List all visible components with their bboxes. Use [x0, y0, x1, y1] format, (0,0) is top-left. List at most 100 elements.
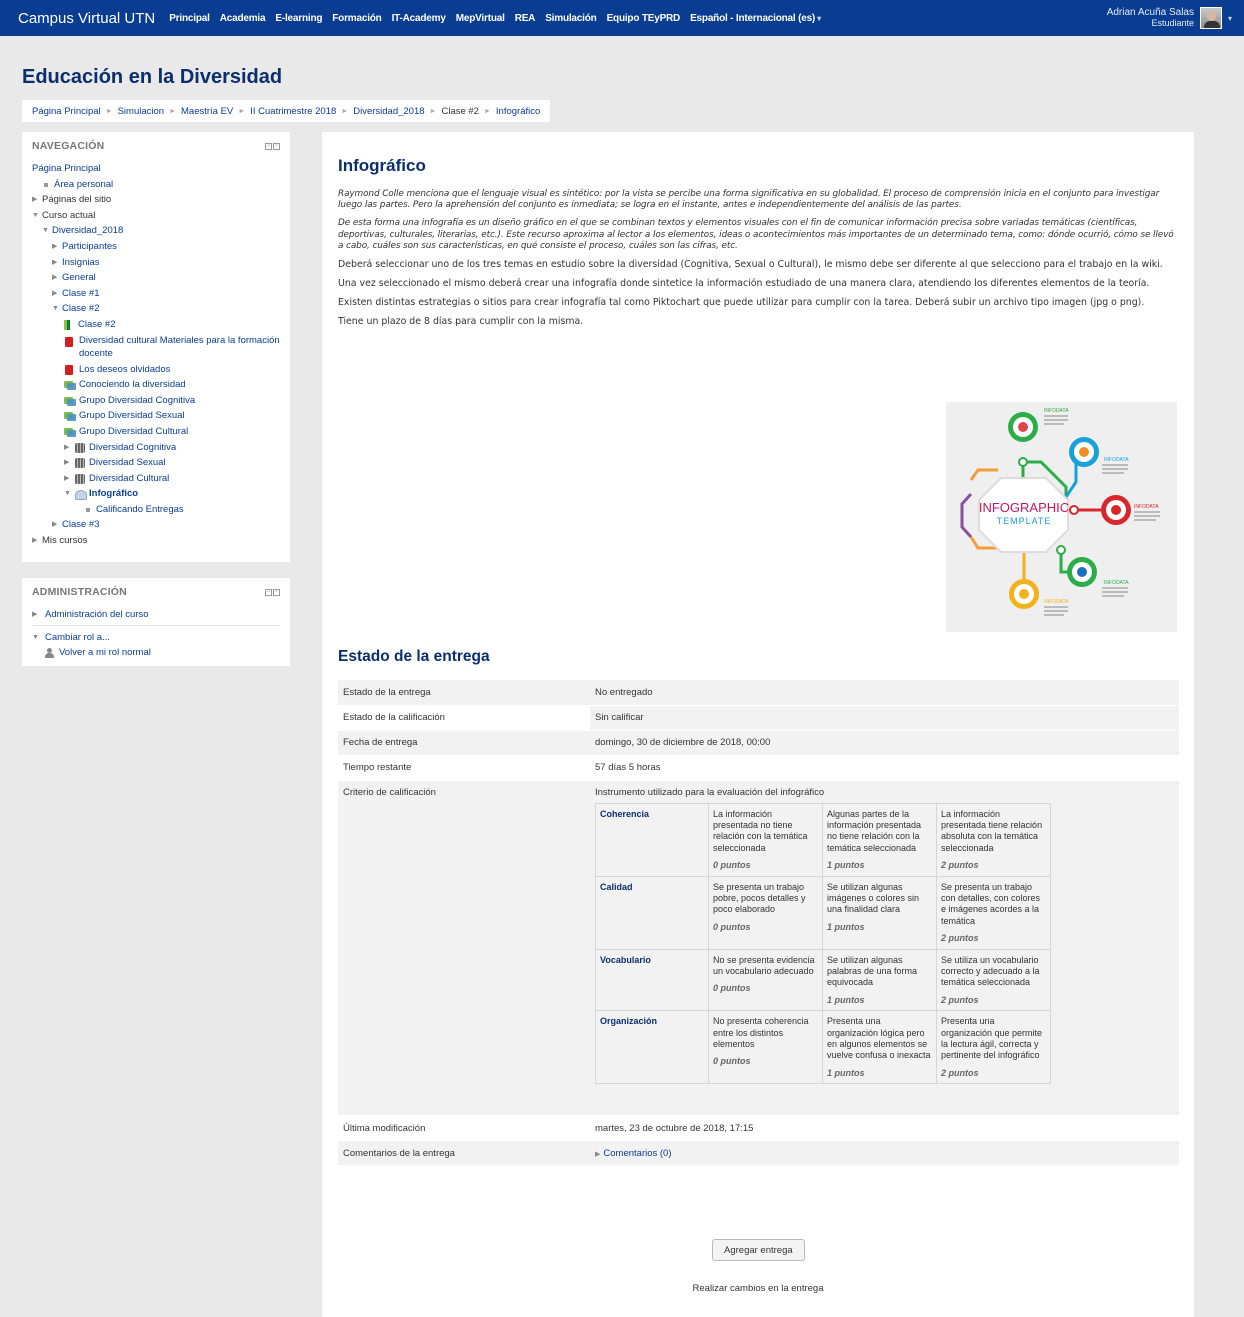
nav-rea[interactable]: REA — [515, 13, 536, 24]
breadcrumb-section[interactable]: Clase #2 — [441, 106, 479, 117]
expand-arrow-icon[interactable]: ▶ — [52, 286, 62, 302]
site-brand[interactable]: Campus Virtual UTN — [18, 10, 155, 27]
collapse-arrow-icon[interactable]: ▼ — [52, 301, 62, 317]
rubric-description: Instrumento utilizado para la evaluación… — [595, 786, 825, 798]
nav-equipo[interactable]: Equipo TEyPRD — [607, 13, 681, 24]
rubric-level[interactable]: Se utiliza un vocabulario correcto y ade… — [936, 948, 1051, 1012]
collapse-arrow-icon[interactable]: ▼ — [32, 630, 45, 645]
comments-link[interactable]: Comentarios (0) — [603, 1148, 671, 1159]
caret-down-icon: ▾ — [817, 13, 821, 23]
breadcrumb-simulacion[interactable]: Simulacion — [118, 106, 164, 117]
nav-clase-2[interactable]: ▼ Clase #2 — [32, 301, 280, 317]
nav-it-academy[interactable]: IT-Academy — [392, 13, 446, 24]
rubric-criterion: Coherencia — [595, 802, 709, 877]
rubric-level[interactable]: La información presentada tiene relación… — [936, 802, 1051, 877]
move-icon[interactable]: ▫ — [273, 588, 280, 596]
nav-deseos-pdf[interactable]: Los deseos olvidados — [32, 362, 280, 378]
expand-arrow-icon[interactable]: ▶ — [595, 1151, 600, 1158]
nav-wiki-cognitiva[interactable]: ▶ Diversidad Cognitiva — [32, 440, 280, 456]
caret-down-icon[interactable]: ▾ — [1228, 14, 1232, 23]
nav-clase-1[interactable]: ▶ Clase #1 — [32, 286, 280, 302]
expand-arrow-icon[interactable]: ▶ — [52, 255, 62, 271]
nav-infografico[interactable]: ▼ Infográfico — [32, 486, 280, 502]
main-content: Infográfico Raymond Colle menciona que e… — [322, 132, 1194, 1317]
nav-academia[interactable]: Academia — [220, 13, 266, 24]
nav-clase-3[interactable]: ▶ Clase #3 — [32, 517, 280, 533]
breadcrumb-cuatrimestre[interactable]: II Cuatrimestre 2018 — [250, 106, 336, 117]
assignment-intro: Raymond Colle menciona que el lenguaje v… — [338, 189, 1178, 328]
user-menu[interactable]: Adrian Acuña Salas Estudiante ▾ — [1107, 7, 1232, 29]
return-to-normal-role[interactable]: Volver a mi rol normal — [32, 645, 280, 660]
rubric-level[interactable]: Presenta una organización que permite la… — [936, 1010, 1051, 1085]
expand-arrow-icon[interactable]: ▶ — [64, 440, 74, 456]
rubric-level[interactable]: Algunas partes de la información present… — [822, 802, 937, 877]
breadcrumb-maestria[interactable]: Maestría EV — [181, 106, 233, 117]
nav-wiki-sexual[interactable]: ▶ Diversidad Sexual — [32, 455, 280, 471]
collapse-arrow-icon[interactable]: ▼ — [32, 208, 42, 224]
nav-general[interactable]: ▶ General — [32, 270, 280, 286]
collapse-arrow-icon[interactable]: ▼ — [42, 223, 52, 239]
status-value: Sin calificar — [590, 705, 1179, 731]
intro-paragraph: Raymond Colle menciona que el lenguaje v… — [338, 189, 1160, 211]
breadcrumb-current[interactable]: Infográfico — [496, 106, 540, 117]
nav-forum-sexual[interactable]: Grupo Diversidad Sexual — [32, 408, 280, 424]
nav-participants[interactable]: ▶ Participantes — [32, 239, 280, 255]
expand-arrow-icon[interactable]: ▶ — [32, 192, 42, 208]
add-submission-button[interactable]: Agregar entrega — [712, 1239, 805, 1261]
table-row: Criterio de calificación Instrumento uti… — [338, 780, 1179, 1117]
nav-badges[interactable]: ▶ Insignias — [32, 255, 280, 271]
rubric-level[interactable]: No se presenta evidencia un vocabulario … — [708, 948, 823, 1012]
bullet-icon — [86, 507, 90, 512]
rubric-row: Vocabulario No se presenta evidencia un … — [595, 948, 1051, 1012]
nav-forum-conociendo[interactable]: Conociendo la diversidad — [32, 377, 280, 393]
expand-arrow-icon[interactable]: ▶ — [52, 270, 62, 286]
wiki-icon — [74, 473, 86, 484]
rubric-row: Organización No presenta coherencia entr… — [595, 1010, 1051, 1085]
nav-current-course[interactable]: ▼ Curso actual — [32, 208, 280, 224]
nav-forum-cultural[interactable]: Grupo Diversidad Cultural — [32, 424, 280, 440]
infodata-label: INFODATA — [1044, 599, 1069, 605]
rubric-level[interactable]: No presenta coherencia entre los distint… — [708, 1010, 823, 1085]
nav-area-personal[interactable]: Área personal — [32, 177, 280, 193]
nav-home[interactable]: Página Principal — [32, 161, 280, 177]
nav-clase-2-book[interactable]: Clase #2 — [32, 317, 280, 333]
expand-arrow-icon[interactable]: ▶ — [32, 533, 42, 549]
language-menu[interactable]: Español - Internacional (es) ▾ — [690, 13, 821, 24]
nav-materials-pdf[interactable]: Diversidad cultural Materiales para la f… — [32, 333, 280, 362]
nav-course[interactable]: ▼ Diversidad_2018 — [32, 223, 280, 239]
submission-status-table: Estado de la entrega No entregado Estado… — [338, 680, 1179, 1167]
nav-simulacion[interactable]: Simulación — [545, 13, 597, 24]
nav-forum-cognitiva[interactable]: Grupo Diversidad Cognitiva — [32, 393, 280, 409]
course-administration[interactable]: ▶ Administración del curso — [32, 607, 280, 622]
switch-role[interactable]: ▼ Cambiar rol a... — [32, 630, 280, 645]
expand-arrow-icon[interactable]: ▶ — [64, 471, 74, 487]
expand-arrow-icon[interactable]: ▶ — [52, 517, 62, 533]
rubric-level[interactable]: La información presentada no tiene relac… — [708, 802, 823, 877]
rubric-criterion: Vocabulario — [595, 948, 709, 1012]
status-label: Fecha de entrega — [338, 730, 590, 756]
rubric-level[interactable]: Presenta una organización lógica pero en… — [822, 1010, 937, 1085]
breadcrumb-course[interactable]: Diversidad_2018 — [353, 106, 424, 117]
nav-calificando[interactable]: Calificando Entregas — [32, 502, 280, 518]
nav-my-courses[interactable]: ▶ Mis cursos — [32, 533, 280, 549]
rubric-level[interactable]: Se utilizan algunas imágenes o colores s… — [822, 875, 937, 950]
nav-elearning[interactable]: E-learning — [275, 13, 322, 24]
nav-site-pages[interactable]: ▶ Páginas del sitio — [32, 192, 280, 208]
dock-icon[interactable]: − — [265, 588, 272, 596]
breadcrumb-home[interactable]: Página Principal — [32, 106, 101, 117]
breadcrumb-separator-icon: ► — [238, 107, 246, 115]
expand-arrow-icon[interactable]: ▶ — [32, 607, 45, 622]
rubric-level[interactable]: Se utilizan algunas palabras de una form… — [822, 948, 937, 1012]
nav-mepvirtual[interactable]: MepVirtual — [456, 13, 505, 24]
rubric-level[interactable]: Se presenta un trabajo pobre, pocos deta… — [708, 875, 823, 950]
nav-wiki-cultural[interactable]: ▶ Diversidad Cultural — [32, 471, 280, 487]
dock-icon[interactable]: − — [265, 142, 272, 150]
expand-arrow-icon[interactable]: ▶ — [64, 455, 74, 471]
rubric-level[interactable]: Se presenta un trabajo con detalles, con… — [936, 875, 1051, 950]
collapse-arrow-icon[interactable]: ▼ — [64, 486, 74, 502]
avatar[interactable] — [1199, 7, 1222, 29]
expand-arrow-icon[interactable]: ▶ — [52, 239, 62, 255]
nav-principal[interactable]: Principal — [169, 13, 210, 24]
move-icon[interactable]: ▫ — [273, 142, 280, 150]
nav-formacion[interactable]: Formación — [332, 13, 382, 24]
